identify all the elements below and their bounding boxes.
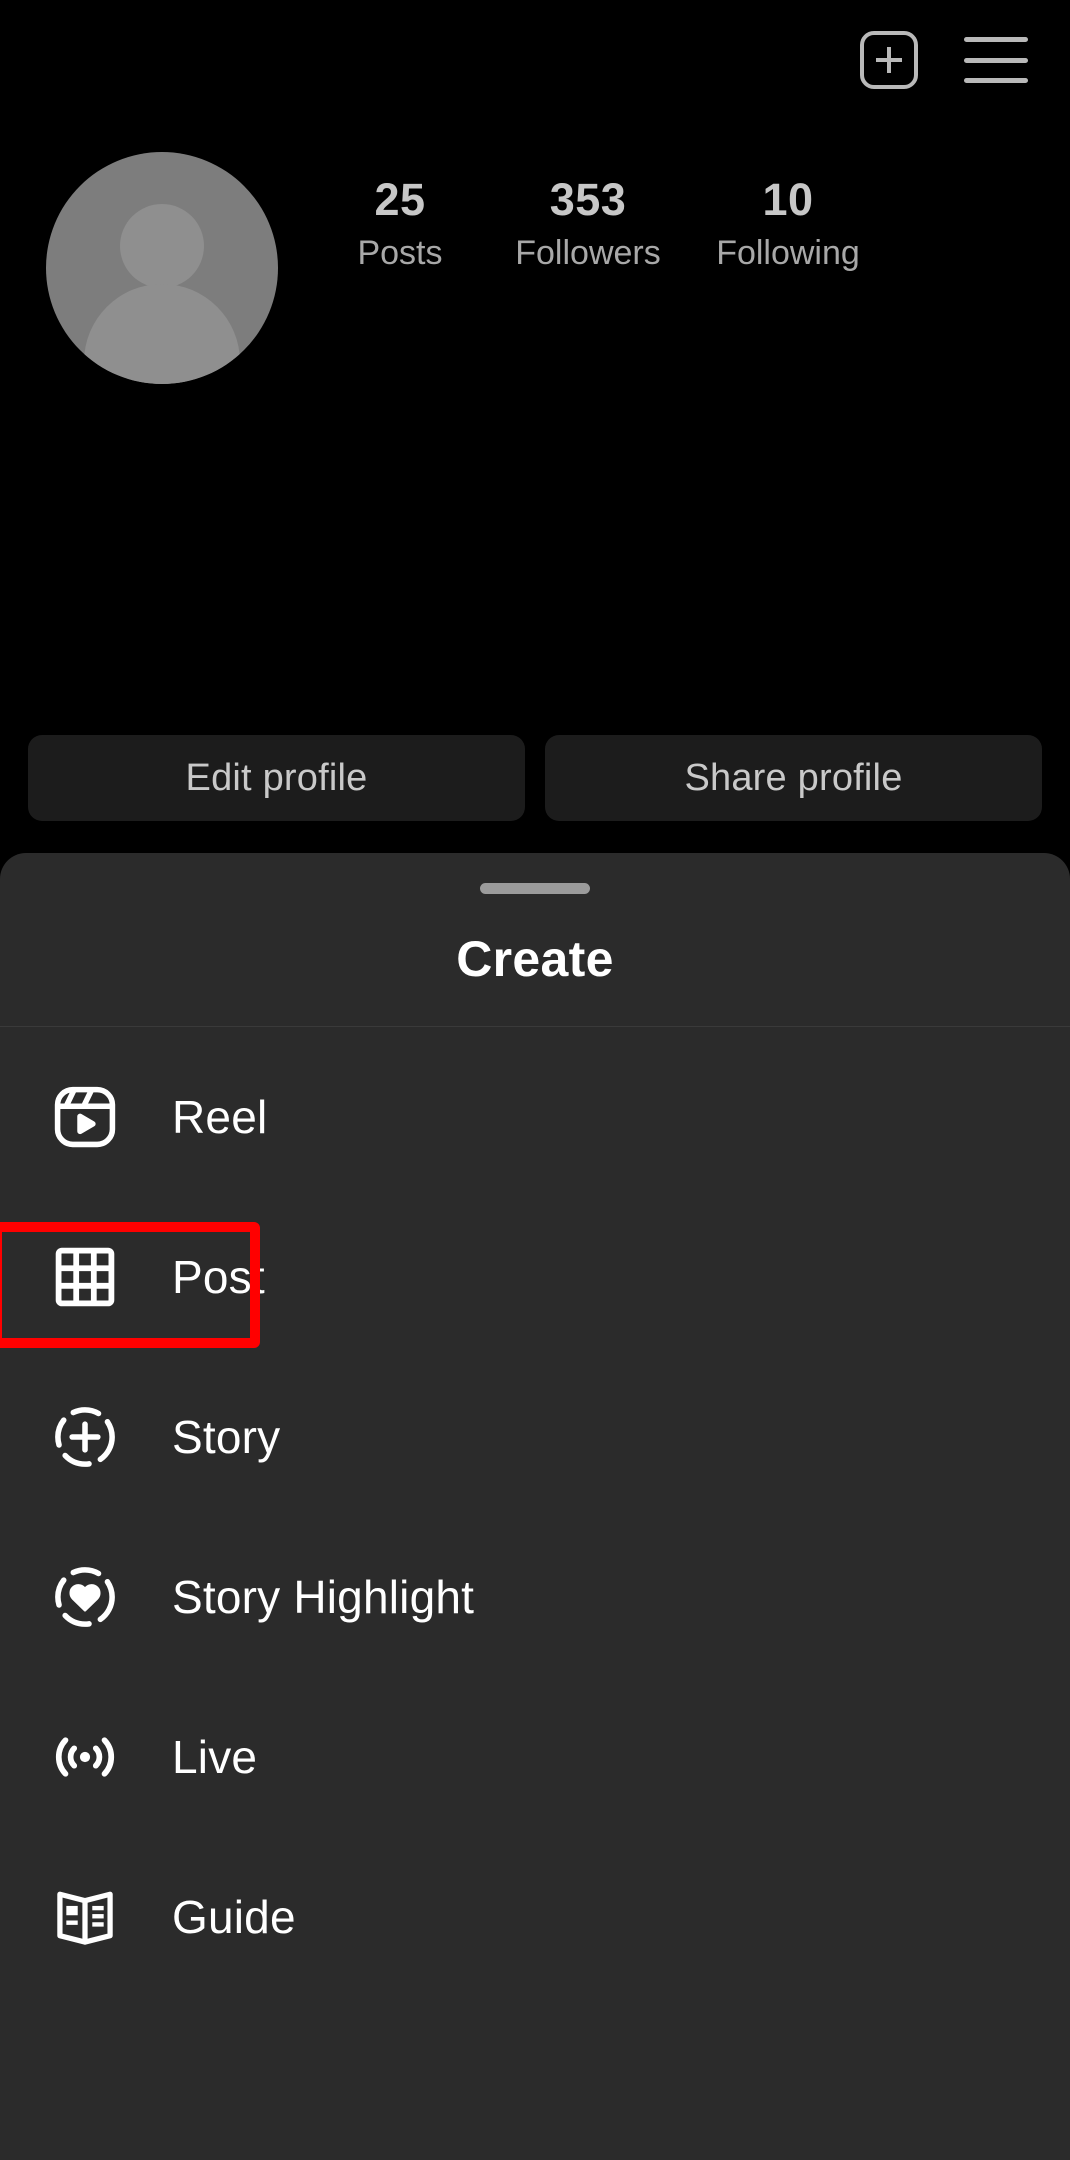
create-bottom-sheet: Create Reel Post Story Story Highlight L… — [0, 853, 1070, 2160]
create-menu: Reel Post Story Story Highlight Live Gui… — [0, 1027, 1070, 1997]
add-post-button[interactable] — [860, 31, 918, 89]
menu-item-guide[interactable]: Guide — [0, 1837, 1070, 1997]
followers-count: 353 — [549, 174, 627, 225]
story-highlight-heart-icon — [48, 1560, 122, 1634]
grid-post-icon — [48, 1240, 122, 1314]
menu-item-label: Guide — [172, 1891, 296, 1943]
menu-item-post[interactable]: Post — [0, 1197, 1070, 1357]
posts-label: Posts — [357, 233, 443, 272]
edit-profile-button[interactable]: Edit profile — [28, 735, 525, 821]
menu-item-label: Live — [172, 1731, 258, 1783]
stat-following[interactable]: 10 Following — [688, 174, 888, 272]
following-label: Following — [716, 233, 860, 272]
profile-header: 25 Posts 353 Followers 10 Following — [0, 152, 1070, 384]
stat-followers[interactable]: 353 Followers — [488, 174, 688, 272]
avatar-head-shape — [120, 204, 204, 288]
followers-label: Followers — [515, 233, 661, 272]
instagram-profile-screen: 25 Posts 353 Followers 10 Following Edit… — [0, 0, 1070, 2160]
top-bar — [0, 0, 1070, 120]
menu-item-reel[interactable]: Reel — [0, 1037, 1070, 1197]
menu-item-label: Story Highlight — [172, 1571, 475, 1623]
guide-book-icon — [48, 1880, 122, 1954]
menu-item-label: Reel — [172, 1091, 268, 1143]
live-broadcast-icon — [48, 1720, 122, 1794]
menu-item-label: Story — [172, 1411, 281, 1463]
menu-item-story-highlight[interactable]: Story Highlight — [0, 1517, 1070, 1677]
menu-item-label: Post — [172, 1251, 265, 1303]
stat-posts[interactable]: 25 Posts — [312, 174, 488, 272]
profile-stats: 25 Posts 353 Followers 10 Following — [312, 174, 1070, 272]
avatar[interactable] — [46, 152, 278, 384]
share-profile-button[interactable]: Share profile — [545, 735, 1042, 821]
plus-box-icon — [860, 31, 918, 89]
following-count: 10 — [762, 174, 814, 225]
drag-handle[interactable] — [480, 883, 590, 894]
menu-item-story[interactable]: Story — [0, 1357, 1070, 1517]
menu-item-live[interactable]: Live — [0, 1677, 1070, 1837]
profile-action-buttons: Edit profile Share profile — [0, 735, 1070, 821]
posts-count: 25 — [374, 174, 426, 225]
hamburger-menu-icon — [964, 37, 1028, 83]
reel-icon — [48, 1080, 122, 1154]
menu-button[interactable] — [964, 37, 1028, 83]
story-plus-icon — [48, 1400, 122, 1474]
sheet-title: Create — [456, 931, 614, 987]
avatar-body-shape — [84, 284, 240, 384]
